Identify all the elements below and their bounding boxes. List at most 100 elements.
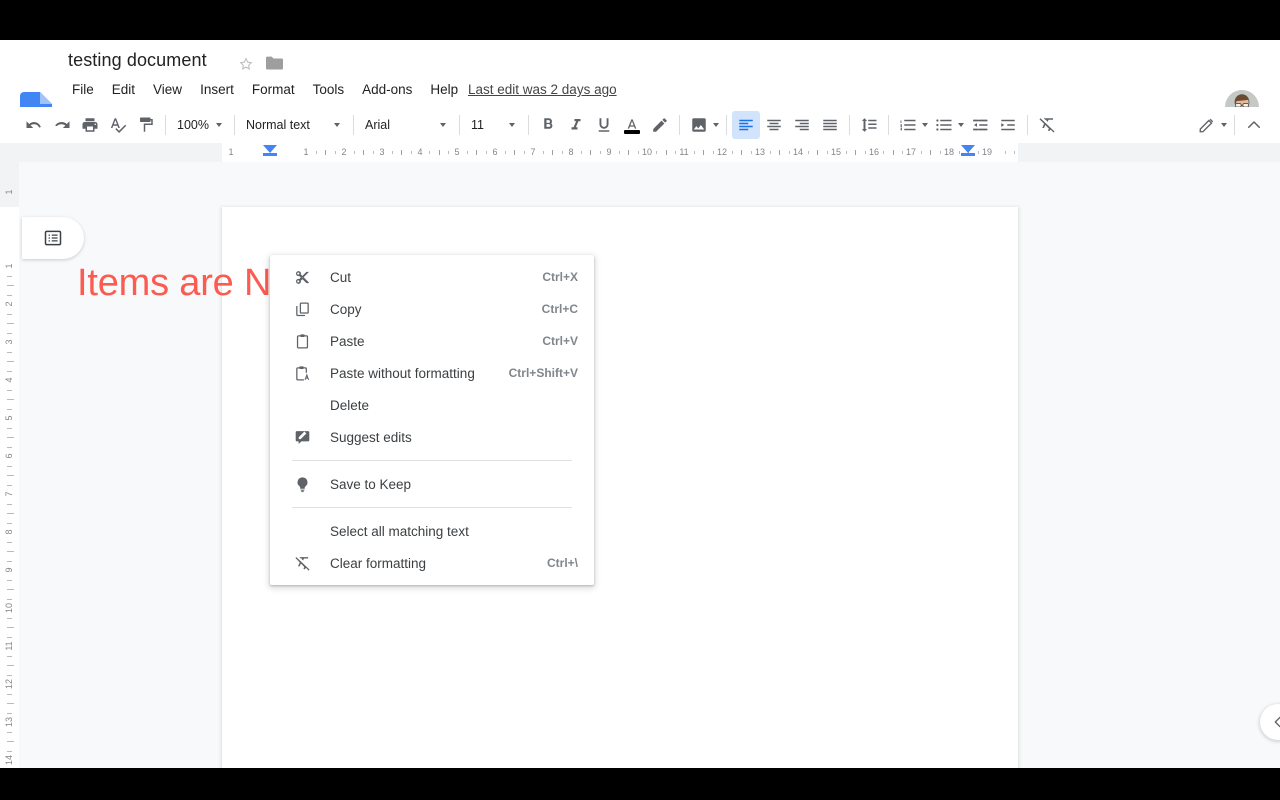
context-menu-divider bbox=[292, 507, 572, 508]
ruler-tick bbox=[316, 151, 317, 154]
align-justify-button[interactable] bbox=[816, 111, 844, 139]
menu-item-addons[interactable]: Add-ons bbox=[353, 80, 421, 100]
ruler-tick bbox=[7, 627, 14, 628]
ruler-tick-label: 6 bbox=[492, 147, 498, 157]
print-button[interactable] bbox=[76, 111, 104, 139]
ruler-tick-label: 8 bbox=[4, 529, 14, 535]
document-title[interactable]: testing document bbox=[68, 50, 207, 71]
ruler-tick-label: 15 bbox=[830, 147, 842, 157]
redo-button[interactable] bbox=[48, 111, 76, 139]
paste-icon bbox=[292, 331, 312, 351]
horizontal-ruler[interactable]: 1 1 2 3 4 5 6 7 8 9 10 11 12 13 14 15 16 17 18 19 bbox=[0, 143, 1280, 162]
vertical-ruler-ticks: 1 1 2 3 4 5 6 7 8 9 10 11 12 13 14 bbox=[0, 162, 19, 768]
ruler-tick-label: 14 bbox=[792, 147, 804, 157]
document-outline-button[interactable] bbox=[22, 217, 84, 259]
ruler-tick bbox=[741, 150, 742, 155]
ruler-tick bbox=[7, 542, 12, 543]
star-icon[interactable] bbox=[238, 56, 254, 72]
ruler-tick bbox=[628, 150, 629, 155]
ruler-tick bbox=[7, 656, 12, 657]
copy-icon bbox=[292, 299, 312, 319]
menu-item-format[interactable]: Format bbox=[243, 80, 304, 100]
ruler-tick bbox=[7, 466, 12, 467]
context-menu[interactable]: Cut Ctrl+X Copy Ctrl+C Paste Ctrl+V Past… bbox=[270, 255, 594, 585]
underline-button[interactable] bbox=[590, 111, 618, 139]
ruler-tick bbox=[619, 151, 620, 154]
highlight-color-button[interactable] bbox=[646, 111, 674, 139]
ruler-tick bbox=[562, 151, 563, 154]
context-menu-label: Copy bbox=[330, 301, 362, 317]
ruler-tick bbox=[363, 150, 364, 155]
ruler-tick bbox=[7, 371, 12, 372]
ruler-tick-label: 1 bbox=[4, 263, 14, 269]
context-menu-item-paste[interactable]: Paste Ctrl+V bbox=[270, 325, 594, 357]
context-menu-shortcut: Ctrl+\ bbox=[546, 556, 578, 570]
context-menu-item-suggest-edits[interactable]: Suggest edits bbox=[270, 421, 594, 453]
chevron-down-icon bbox=[215, 123, 222, 127]
paragraph-style-select[interactable]: Normal text bbox=[240, 112, 348, 138]
align-right-button[interactable] bbox=[788, 111, 816, 139]
hide-panel-button[interactable] bbox=[1260, 704, 1280, 740]
bulleted-list-button[interactable] bbox=[930, 112, 966, 138]
zoom-select[interactable]: 100% bbox=[171, 112, 229, 138]
menu-item-edit[interactable]: Edit bbox=[103, 80, 144, 100]
ruler-tick bbox=[7, 504, 12, 505]
context-menu-item-delete[interactable]: Delete bbox=[270, 389, 594, 421]
text-color-button[interactable] bbox=[618, 111, 646, 139]
right-indent-bar[interactable] bbox=[961, 153, 975, 156]
insert-image-button[interactable] bbox=[685, 112, 721, 138]
ruler-tick bbox=[7, 399, 14, 400]
vertical-ruler[interactable]: 1 1 2 3 4 5 6 7 8 9 10 11 12 13 14 bbox=[0, 162, 19, 768]
ruler-tick bbox=[7, 276, 12, 277]
menu-item-insert[interactable]: Insert bbox=[191, 80, 243, 100]
ruler-tick-label: 1 bbox=[228, 147, 234, 157]
font-size-select[interactable]: 11 bbox=[465, 112, 523, 138]
line-spacing-button[interactable] bbox=[855, 111, 883, 139]
bold-button[interactable] bbox=[534, 111, 562, 139]
ruler-tick bbox=[354, 151, 355, 154]
ruler-tick bbox=[930, 150, 931, 155]
document-canvas[interactable]: Items are Now Removed bbox=[19, 162, 1280, 768]
clear-formatting-button[interactable] bbox=[1033, 111, 1061, 139]
increase-indent-button[interactable] bbox=[994, 111, 1022, 139]
editing-mode-button[interactable] bbox=[1193, 112, 1229, 138]
spellcheck-button[interactable] bbox=[104, 111, 132, 139]
align-center-button[interactable] bbox=[760, 111, 788, 139]
decrease-indent-button[interactable] bbox=[966, 111, 994, 139]
align-left-button[interactable] bbox=[732, 111, 760, 139]
menu-item-tools[interactable]: Tools bbox=[304, 80, 354, 100]
context-menu-divider bbox=[292, 460, 572, 461]
ruler-tick bbox=[7, 409, 12, 410]
ruler-tick-label: 18 bbox=[943, 147, 955, 157]
paint-format-button[interactable] bbox=[132, 111, 160, 139]
menu-item-view[interactable]: View bbox=[144, 80, 191, 100]
ruler-tick bbox=[543, 151, 544, 154]
undo-button[interactable] bbox=[20, 111, 48, 139]
context-menu-item-select-all-matching-text[interactable]: Select all matching text bbox=[270, 515, 594, 547]
context-menu-item-cut[interactable]: Cut Ctrl+X bbox=[270, 261, 594, 293]
context-menu-item-copy[interactable]: Copy Ctrl+C bbox=[270, 293, 594, 325]
menu-item-help[interactable]: Help bbox=[421, 80, 467, 100]
folder-icon[interactable] bbox=[266, 56, 283, 70]
numbered-list-button[interactable] bbox=[894, 112, 930, 138]
ruler-tick bbox=[411, 151, 412, 154]
context-menu-shortcut: Ctrl+Shift+V bbox=[508, 366, 578, 380]
ruler-tick bbox=[1014, 151, 1015, 154]
ruler-tick bbox=[770, 151, 771, 154]
chevron-down-icon bbox=[509, 123, 515, 127]
italic-button[interactable] bbox=[562, 111, 590, 139]
ruler-tick bbox=[7, 513, 14, 514]
context-menu-item-clear-formatting[interactable]: Clear formatting Ctrl+\ bbox=[270, 547, 594, 579]
hide-menus-button[interactable] bbox=[1240, 111, 1268, 139]
left-indent-marker[interactable] bbox=[263, 153, 277, 156]
ruler-tick-label: 3 bbox=[379, 147, 385, 157]
context-menu-item-paste-without-formatting[interactable]: Paste without formatting Ctrl+Shift+V bbox=[270, 357, 594, 389]
menu-item-file[interactable]: File bbox=[68, 80, 103, 100]
last-edit-status[interactable]: Last edit was 2 days ago bbox=[468, 80, 617, 100]
first-line-indent-marker[interactable] bbox=[263, 145, 277, 153]
font-family-select[interactable]: Arial bbox=[359, 112, 454, 138]
right-indent-marker[interactable] bbox=[961, 145, 975, 153]
context-menu-item-save-to-keep[interactable]: Save to Keep bbox=[270, 468, 594, 500]
toolbar-divider bbox=[726, 115, 727, 135]
ruler-tick bbox=[675, 151, 676, 154]
